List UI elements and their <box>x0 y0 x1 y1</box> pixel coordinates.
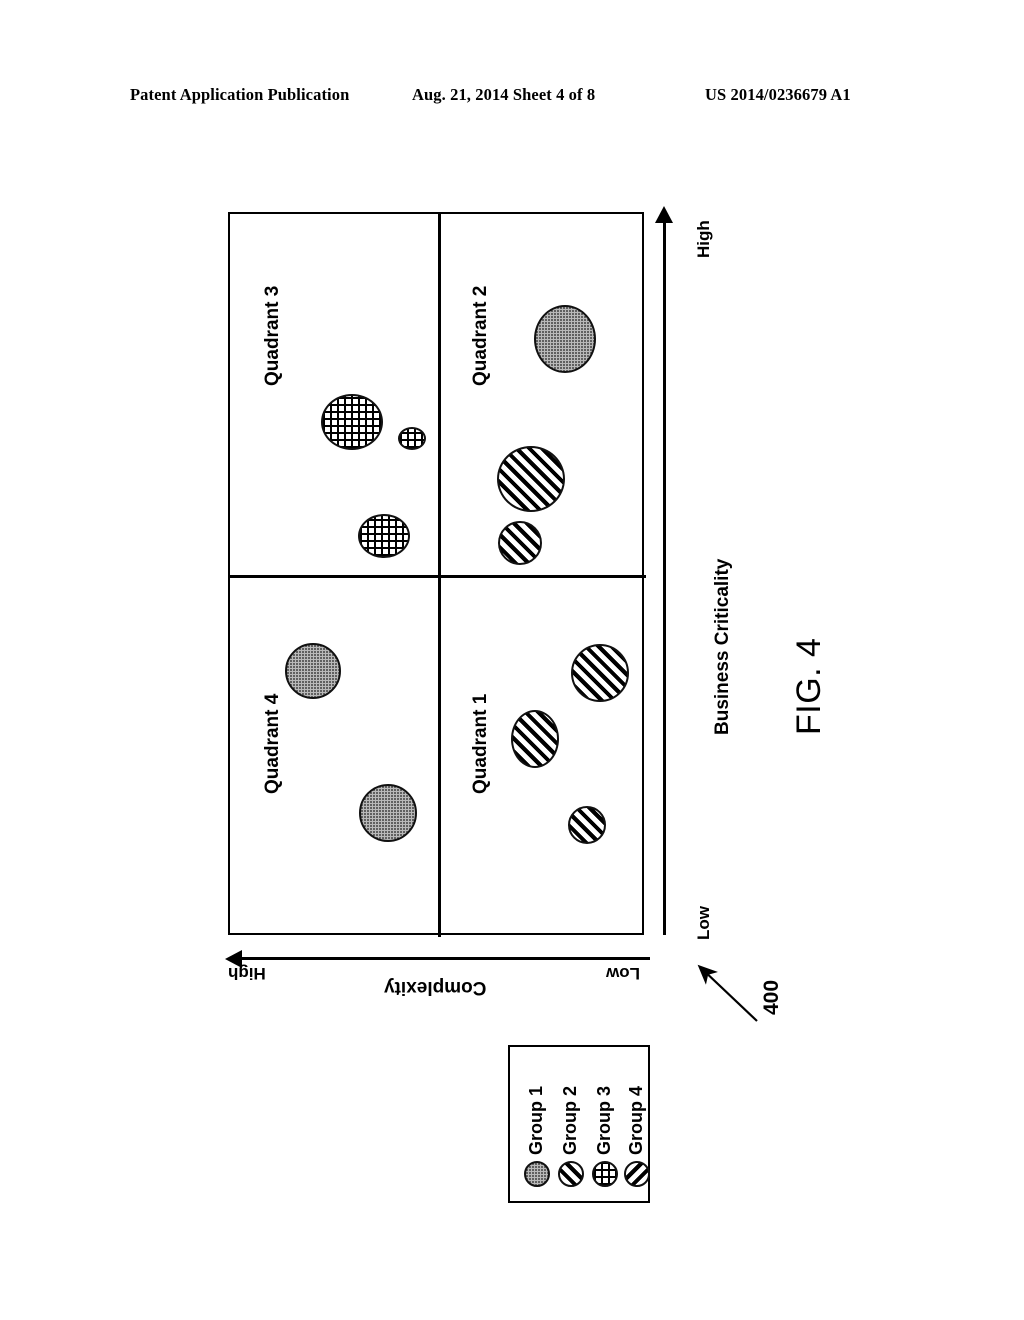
group2-swatch-icon <box>558 1161 584 1187</box>
quadrant-chart-frame: Quadrant 3 Quadrant 2 Quadrant 4 Quadran… <box>228 212 646 937</box>
legend-item-group-3[interactable]: Group 3 <box>590 1061 620 1193</box>
reference-leader-arrow-icon <box>697 964 758 1022</box>
quadrant-label-4: Quadrant 4 <box>262 693 283 794</box>
bubble-group2-e[interactable] <box>568 806 606 844</box>
bubble-group1-b[interactable] <box>285 643 341 699</box>
legend: Group 1 Group 2 Group 3 Group 4 <box>508 1045 650 1203</box>
complexity-axis-title: Complexity <box>384 977 487 998</box>
quadrant-label-1: Quadrant 1 <box>470 693 491 794</box>
bubble-group3-a[interactable] <box>321 394 383 450</box>
complexity-low-label: Low <box>606 964 640 983</box>
legend-label-group-4: Group 4 <box>626 1085 646 1155</box>
complexity-axis-line <box>240 957 650 960</box>
bubble-group1-a[interactable] <box>534 305 596 373</box>
group4-swatch-icon <box>624 1161 650 1187</box>
bubble-group1-c[interactable] <box>359 784 417 842</box>
bubble-group2-d[interactable] <box>511 710 559 768</box>
business-criticality-axis-title: Business Criticality <box>712 558 733 735</box>
bubble-group3-b[interactable] <box>398 427 426 450</box>
reference-numeral-400: 400 <box>760 979 783 1015</box>
complexity-high-label: High <box>228 964 266 983</box>
figure-400: Quadrant 3 Quadrant 2 Quadrant 4 Quadran… <box>0 0 1024 1320</box>
quadrant-divider-horizontal <box>230 575 646 578</box>
business-criticality-arrow-icon <box>655 206 673 223</box>
group3-swatch-icon <box>592 1161 618 1187</box>
legend-item-group-4[interactable]: Group 4 <box>622 1061 652 1193</box>
legend-item-group-1[interactable]: Group 1 <box>522 1061 552 1193</box>
figure-caption: FIG. 4 <box>790 637 828 735</box>
group1-swatch-icon <box>524 1161 550 1187</box>
bubble-group3-c[interactable] <box>358 514 410 558</box>
business-criticality-high-label: High <box>694 220 713 258</box>
legend-label-group-3: Group 3 <box>594 1085 614 1155</box>
legend-label-group-1: Group 1 <box>526 1085 546 1155</box>
legend-item-group-2[interactable]: Group 2 <box>556 1061 586 1193</box>
quadrant-label-3: Quadrant 3 <box>262 285 283 386</box>
bubble-group2-c[interactable] <box>571 644 629 702</box>
business-criticality-axis-line <box>663 218 666 935</box>
bubble-group2-a[interactable] <box>497 446 565 512</box>
business-criticality-low-label: Low <box>694 906 713 940</box>
legend-label-group-2: Group 2 <box>560 1085 580 1155</box>
quadrant-label-2: Quadrant 2 <box>470 285 491 386</box>
bubble-group2-b[interactable] <box>498 521 542 565</box>
